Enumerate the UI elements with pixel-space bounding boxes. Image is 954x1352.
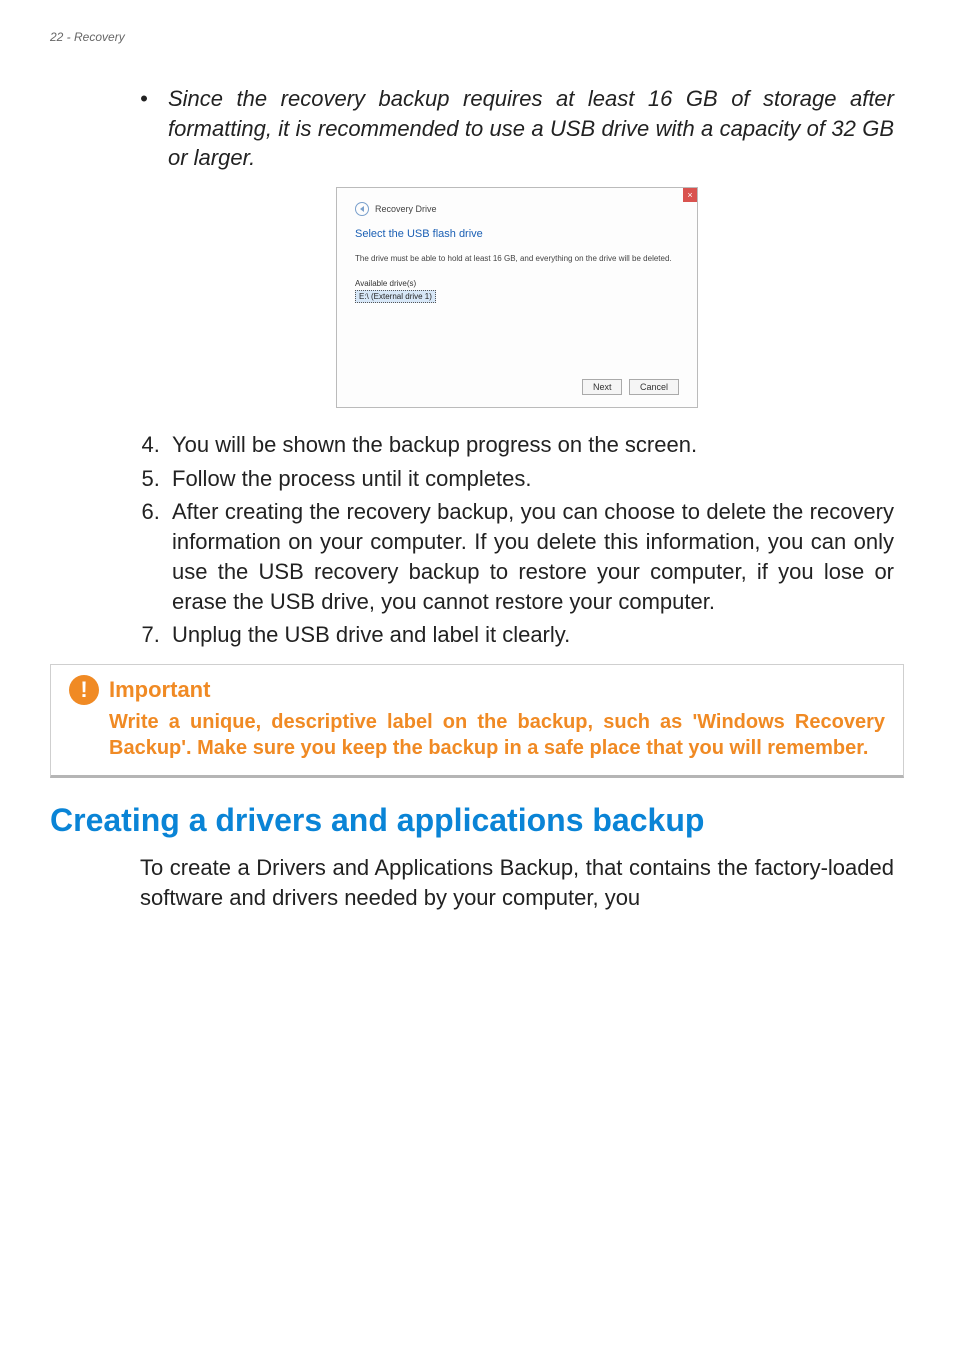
step-4: You will be shown the backup progress on… — [166, 430, 894, 460]
step-6: After creating the recovery backup, you … — [166, 497, 894, 616]
section-heading: Creating a drivers and applications back… — [50, 802, 904, 839]
callout-title: Important — [109, 677, 210, 703]
dialog-note: The drive must be able to hold at least … — [355, 254, 679, 263]
header-left: 22 - Recovery — [50, 30, 125, 44]
dialog-next-button[interactable]: Next — [582, 379, 623, 395]
dialog-cancel-button[interactable]: Cancel — [629, 379, 679, 395]
dialog-crumb-text: Recovery Drive — [375, 204, 437, 214]
recovery-drive-dialog: × Recovery Drive Select the USB flash dr… — [336, 187, 698, 408]
callout-body: Write a unique, descriptive label on the… — [109, 709, 885, 761]
numbered-steps: You will be shown the backup progress on… — [140, 430, 894, 650]
page-header: 22 - Recovery — [50, 30, 904, 44]
section-paragraph: To create a Drivers and Applications Bac… — [140, 853, 894, 912]
dialog-title: Select the USB flash drive — [355, 228, 679, 240]
step-7: Unplug the USB drive and label it clearl… — [166, 620, 894, 650]
important-callout: ! Important Write a unique, descriptive … — [50, 664, 904, 778]
dialog-drive-option[interactable]: E:\ (External drive 1) — [355, 290, 436, 303]
bullet-text: Since the recovery backup requires at le… — [168, 84, 894, 173]
bullet-marker: • — [140, 84, 168, 173]
alert-icon: ! — [69, 675, 99, 705]
dialog-close-button[interactable]: × — [683, 188, 697, 202]
step-5: Follow the process until it completes. — [166, 464, 894, 494]
dialog-available-label: Available drive(s) — [355, 279, 679, 288]
back-icon[interactable] — [355, 202, 369, 216]
bullet-item: • Since the recovery backup requires at … — [140, 84, 894, 173]
